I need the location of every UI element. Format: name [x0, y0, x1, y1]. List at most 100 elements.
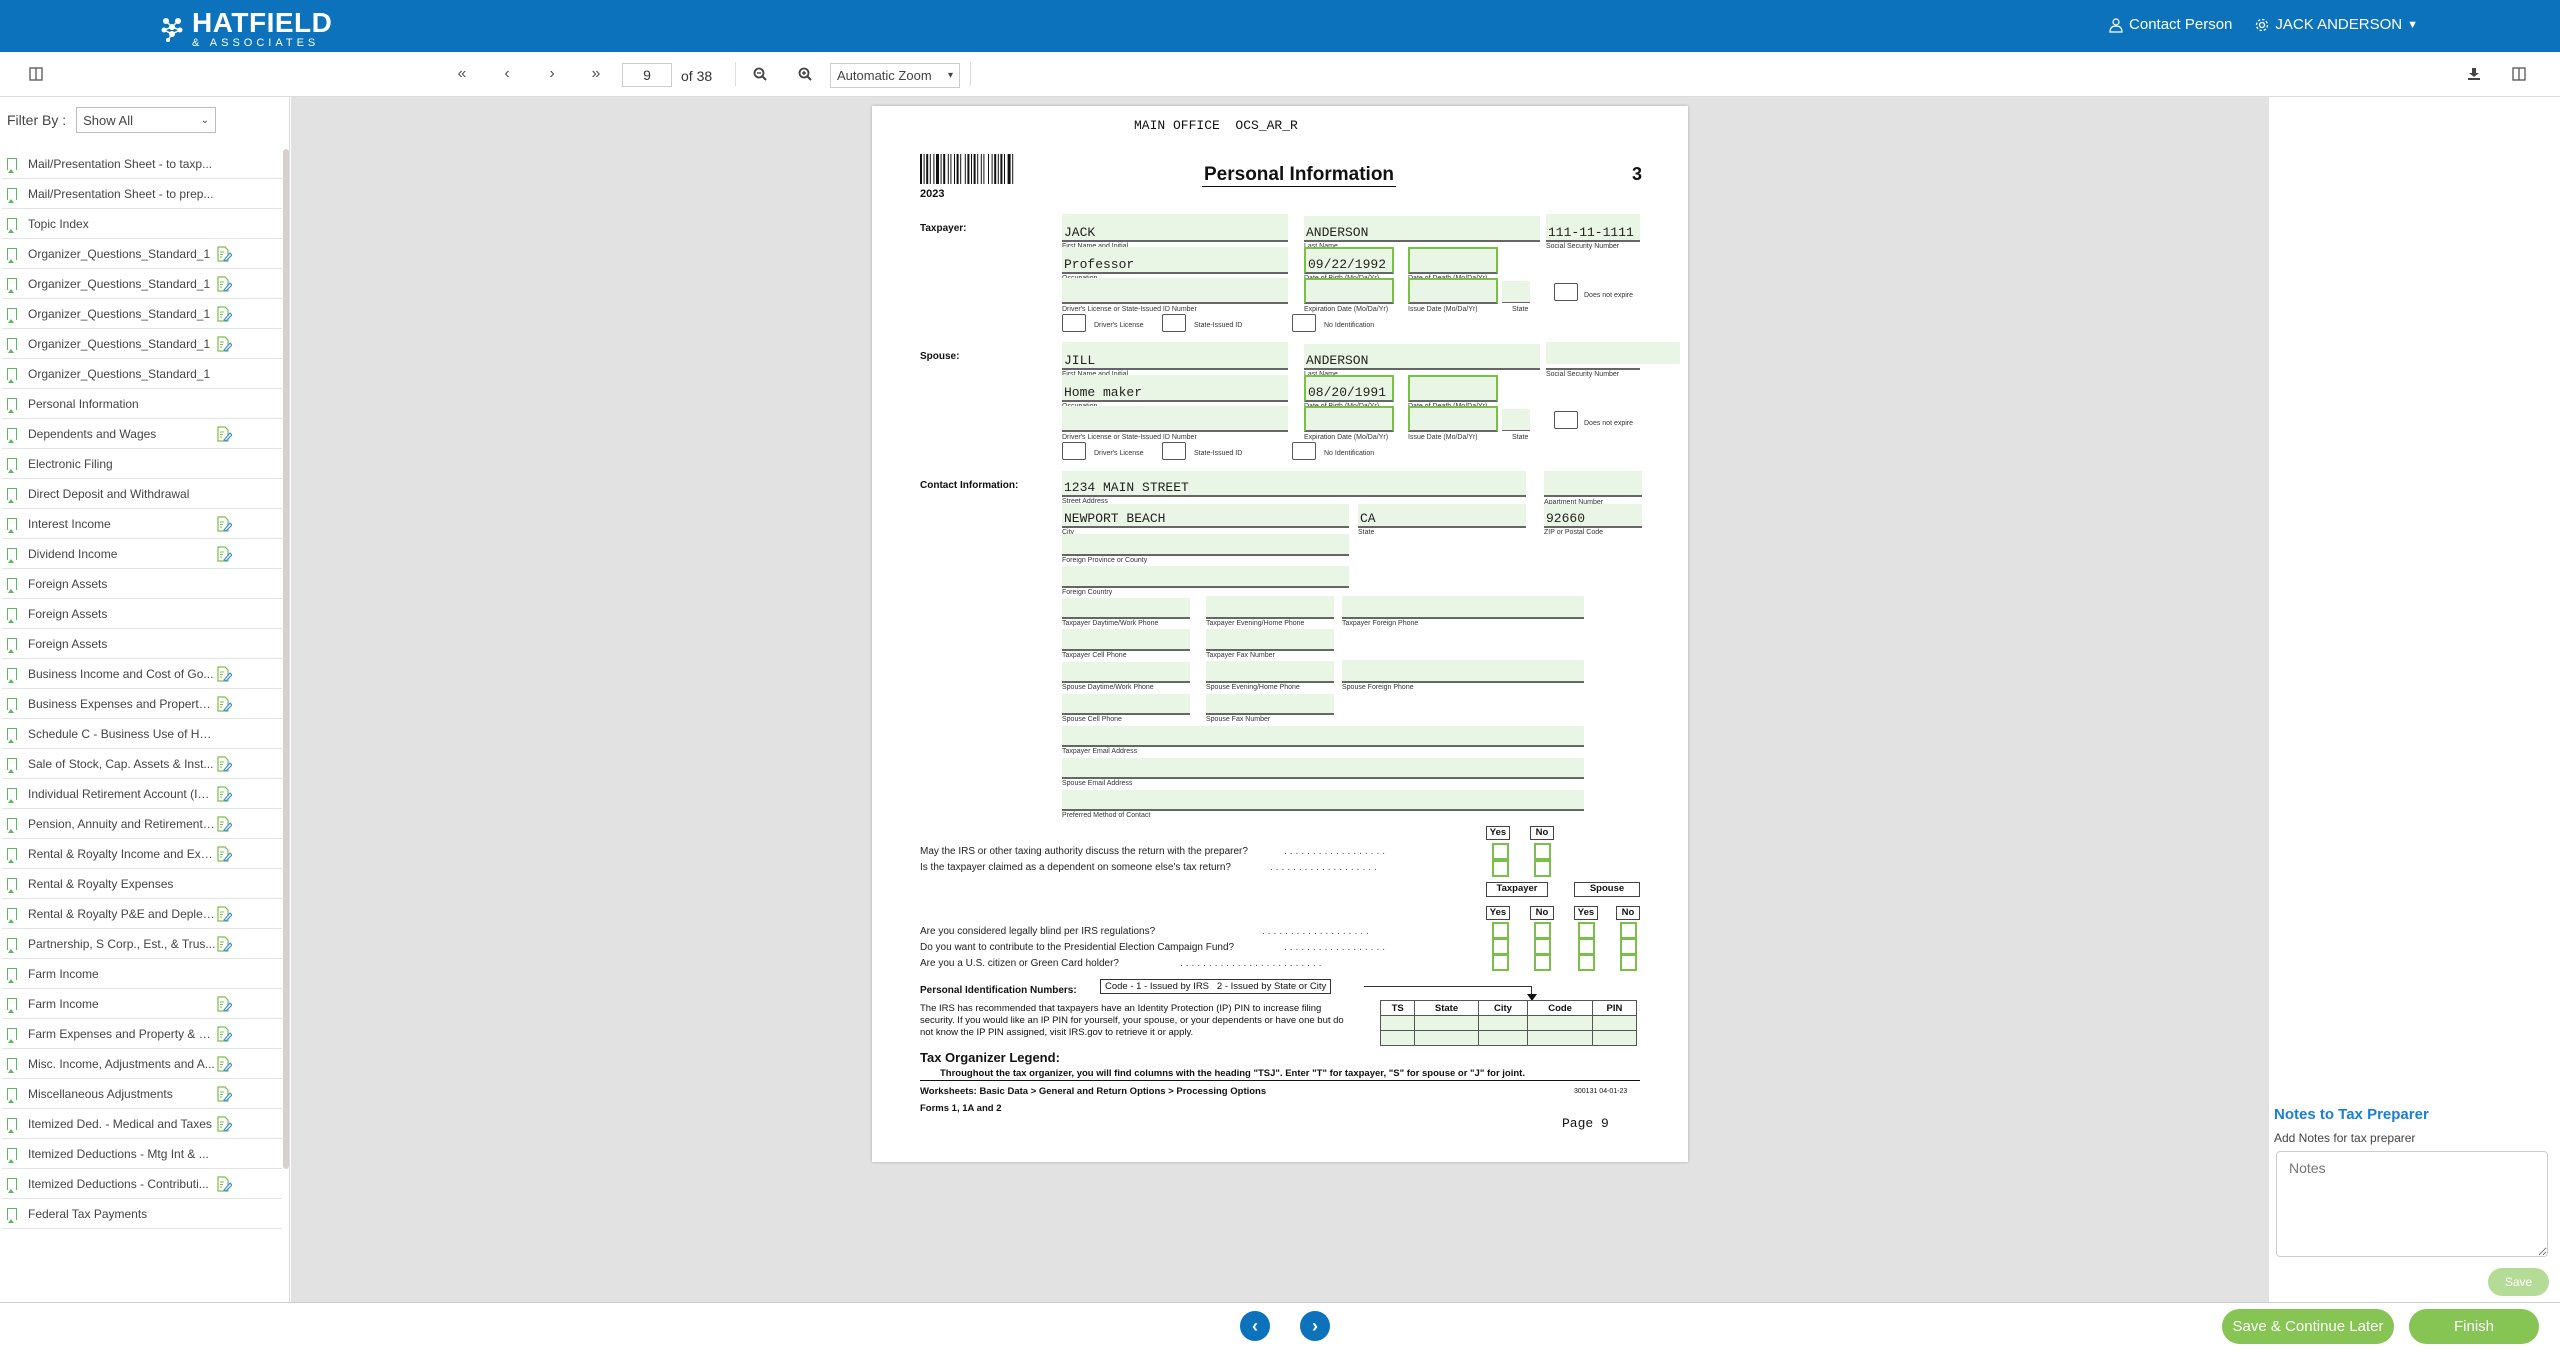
- legally-blind-taxpayer-no-checkbox[interactable]: [1534, 922, 1551, 939]
- bookmark-item[interactable]: Itemized Ded. - Medical and Taxes: [2, 1109, 282, 1139]
- taxpayer-id-state-field[interactable]: [1502, 281, 1530, 303]
- legally-blind-spouse-no-checkbox[interactable]: [1620, 922, 1637, 939]
- spouse-foreign-phone-field[interactable]: [1342, 660, 1584, 683]
- election-fund-taxpayer-yes-checkbox[interactable]: [1492, 938, 1509, 955]
- election-fund-spouse-yes-checkbox[interactable]: [1578, 938, 1595, 955]
- user-menu[interactable]: JACK ANDERSON ▼: [2254, 16, 2418, 33]
- edit-document-icon[interactable]: [216, 906, 232, 922]
- filter-select[interactable]: Show All ⌄: [76, 107, 217, 133]
- spouse-id-state-field[interactable]: [1502, 409, 1530, 431]
- taxpayer-issue-date-field[interactable]: [1408, 278, 1498, 304]
- spouse-license-field[interactable]: [1062, 406, 1288, 432]
- bookmark-item[interactable]: Organizer_Questions_Standard_1: [2, 329, 282, 359]
- bookmark-item[interactable]: Organizer_Questions_Standard_1: [2, 359, 282, 389]
- spouse-drivers-license-checkbox[interactable]: [1062, 442, 1086, 460]
- bookmark-item[interactable]: Topic Index: [2, 209, 282, 239]
- company-logo[interactable]: HATFIELD & ASSOCIATES: [158, 9, 332, 49]
- zoom-in-button[interactable]: [793, 62, 817, 86]
- edit-document-icon[interactable]: [216, 1056, 232, 1072]
- bookmark-item[interactable]: Personal Information: [2, 389, 282, 419]
- spouse-ssn-field[interactable]: [1546, 342, 1680, 364]
- spouse-state-id-checkbox[interactable]: [1162, 442, 1186, 460]
- pin-table-row[interactable]: [1379, 1030, 1638, 1046]
- contact-person-link[interactable]: Contact Person: [2108, 16, 2232, 33]
- bookmark-item[interactable]: Itemized Deductions - Mtg Int & ...: [2, 1139, 282, 1169]
- bookmark-item[interactable]: Miscellaneous Adjustments: [2, 1079, 282, 1109]
- spouse-does-not-expire-checkbox[interactable]: [1554, 411, 1578, 429]
- toggle-notes-panel-button[interactable]: [2507, 62, 2531, 86]
- bookmark-item[interactable]: Pension, Annuity and Retirement ...: [2, 809, 282, 839]
- bookmark-item[interactable]: Foreign Assets: [2, 629, 282, 659]
- bookmark-item[interactable]: Rental & Royalty Expenses: [2, 869, 282, 899]
- taxpayer-email-field[interactable]: [1062, 726, 1584, 747]
- edit-document-icon[interactable]: [216, 666, 232, 682]
- previous-section-button[interactable]: ‹: [1240, 1311, 1270, 1341]
- bookmark-item[interactable]: Sale of Stock, Cap. Assets & Inst...: [2, 749, 282, 779]
- taxpayer-evening-phone-field[interactable]: [1206, 596, 1334, 619]
- bookmark-item[interactable]: Interest Income: [2, 509, 282, 539]
- bookmark-item[interactable]: Business Income and Cost of Go...: [2, 659, 282, 689]
- edit-document-icon[interactable]: [216, 1086, 232, 1102]
- bookmark-item[interactable]: Dividend Income: [2, 539, 282, 569]
- spouse-fax-field[interactable]: [1206, 694, 1334, 715]
- edit-document-icon[interactable]: [216, 846, 232, 862]
- dependent-no-checkbox[interactable]: [1534, 860, 1551, 877]
- edit-document-icon[interactable]: [216, 936, 232, 952]
- bookmark-item[interactable]: Organizer_Questions_Standard_1: [2, 269, 282, 299]
- city-field[interactable]: NEWPORT BEACH: [1062, 504, 1349, 528]
- bookmark-item[interactable]: Dependents and Wages: [2, 419, 282, 449]
- bookmark-item[interactable]: Partnership, S Corp., Est., & Trus...: [2, 929, 282, 959]
- spouse-issue-date-field[interactable]: [1408, 406, 1498, 432]
- taxpayer-cell-phone-field[interactable]: [1062, 629, 1190, 651]
- edit-document-icon[interactable]: [216, 246, 232, 262]
- bookmark-item[interactable]: Farm Income: [2, 959, 282, 989]
- edit-document-icon[interactable]: [216, 816, 232, 832]
- bookmark-item[interactable]: Foreign Assets: [2, 569, 282, 599]
- taxpayer-drivers-license-checkbox[interactable]: [1062, 314, 1086, 332]
- bookmark-item[interactable]: Federal Tax Payments: [2, 1199, 282, 1229]
- spouse-no-id-checkbox[interactable]: [1292, 442, 1316, 460]
- bookmark-item[interactable]: Individual Retirement Account (IR...: [2, 779, 282, 809]
- edit-document-icon[interactable]: [216, 516, 232, 532]
- spouse-last-name-field[interactable]: ANDERSON: [1304, 344, 1540, 370]
- bookmark-item[interactable]: Mail/Presentation Sheet - to prep...: [2, 179, 282, 209]
- sidebar-scrollbar[interactable]: [283, 149, 289, 1169]
- spouse-dob-field[interactable]: 08/20/1991: [1304, 375, 1394, 402]
- bookmark-item[interactable]: Misc. Income, Adjustments and A...: [2, 1049, 282, 1079]
- legally-blind-taxpayer-yes-checkbox[interactable]: [1492, 922, 1509, 939]
- bookmark-item[interactable]: Organizer_Questions_Standard_1: [2, 299, 282, 329]
- bookmark-item[interactable]: Foreign Assets: [2, 599, 282, 629]
- edit-document-icon[interactable]: [216, 276, 232, 292]
- citizen-spouse-yes-checkbox[interactable]: [1578, 954, 1595, 971]
- save-notes-button[interactable]: Save: [2488, 1268, 2549, 1296]
- irs-discuss-yes-checkbox[interactable]: [1492, 843, 1509, 860]
- edit-document-icon[interactable]: [216, 756, 232, 772]
- irs-discuss-no-checkbox[interactable]: [1534, 843, 1551, 860]
- taxpayer-state-id-checkbox[interactable]: [1162, 314, 1186, 332]
- taxpayer-license-field[interactable]: [1062, 278, 1288, 304]
- save-continue-later-button[interactable]: Save & Continue Later: [2222, 1309, 2394, 1344]
- next-section-button[interactable]: ›: [1300, 1311, 1330, 1341]
- bookmark-item[interactable]: Rental & Royalty P&E and Depleti...: [2, 899, 282, 929]
- bookmark-item[interactable]: Business Expenses and Property ...: [2, 689, 282, 719]
- edit-document-icon[interactable]: [216, 996, 232, 1012]
- edit-document-icon[interactable]: [216, 426, 232, 442]
- legally-blind-spouse-yes-checkbox[interactable]: [1578, 922, 1595, 939]
- zoom-out-button[interactable]: [748, 62, 772, 86]
- last-page-button[interactable]: »: [584, 62, 608, 86]
- bookmark-item[interactable]: Direct Deposit and Withdrawal: [2, 479, 282, 509]
- bookmark-item[interactable]: Farm Expenses and Property & E...: [2, 1019, 282, 1049]
- taxpayer-fax-field[interactable]: [1206, 629, 1334, 651]
- bookmark-item[interactable]: Itemized Deductions - Contributi...: [2, 1169, 282, 1199]
- citizen-spouse-no-checkbox[interactable]: [1620, 954, 1637, 971]
- apartment-number-field[interactable]: [1544, 471, 1642, 497]
- first-page-button[interactable]: «: [450, 62, 474, 86]
- zoom-level-select[interactable]: Automatic Zoom ▾: [830, 63, 960, 88]
- spouse-dod-field[interactable]: [1408, 375, 1498, 402]
- edit-document-icon[interactable]: [216, 1116, 232, 1132]
- toggle-sidebar-button[interactable]: [24, 62, 48, 86]
- edit-document-icon[interactable]: [216, 786, 232, 802]
- taxpayer-last-name-field[interactable]: ANDERSON: [1304, 216, 1540, 242]
- pin-table-row[interactable]: [1379, 1015, 1638, 1031]
- spouse-day-phone-field[interactable]: [1062, 662, 1190, 683]
